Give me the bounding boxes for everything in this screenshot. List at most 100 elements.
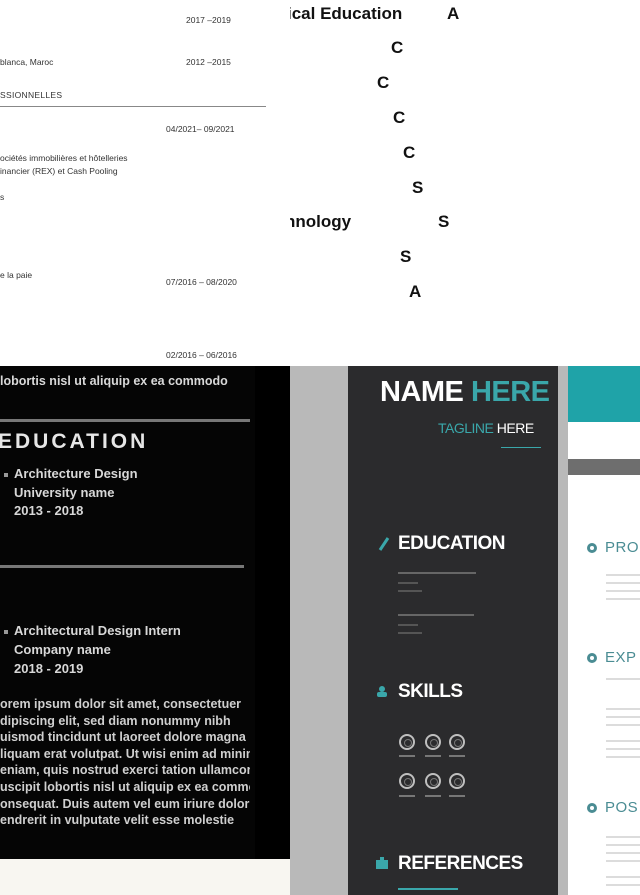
grade-9: A (409, 282, 422, 301)
grade-7: S (438, 212, 450, 231)
skill-caption (425, 795, 441, 797)
placeholder-line (398, 624, 418, 626)
exp-company: Company name (14, 642, 111, 657)
placeholder-line (398, 888, 458, 890)
placeholder-line (398, 590, 422, 592)
grade-8: S (400, 247, 412, 266)
text-line-3: s (0, 192, 5, 202)
exp-line: eniam, quis nostrud exerci tation ullamc… (0, 763, 250, 778)
teal-header-bar (568, 366, 640, 422)
name-part-2: HERE (470, 376, 550, 408)
placeholder-line (606, 740, 640, 742)
skill-caption (449, 795, 465, 797)
right-heading-2: EXP (605, 649, 637, 666)
divider-1 (0, 419, 250, 422)
placeholder-line (606, 678, 640, 680)
exp-line: uscipit lobortis nisl ut aliquip ex ea c… (0, 779, 250, 794)
exp-years: 2018 - 2019 (14, 661, 84, 676)
years-2: 2012 –2015 (186, 57, 231, 67)
placeholder-line (606, 876, 640, 878)
skill-ring (449, 734, 465, 750)
section-bullet-icon (587, 543, 597, 553)
skill-caption (449, 755, 465, 757)
placeholder-line (398, 572, 476, 574)
section-bullet-icon (587, 803, 597, 813)
skill-ring (449, 773, 465, 789)
edu-title: Architecture Design (14, 466, 138, 481)
dark-sidebar-column (348, 366, 558, 895)
placeholder-line (606, 884, 640, 886)
tagline-underline (501, 447, 541, 448)
skill-ring (399, 773, 415, 789)
placeholder-line (398, 582, 418, 584)
grade-4: C (393, 108, 406, 127)
edu-school: University name (14, 485, 115, 500)
text-line-1: ociétés immobilières et hôtelleries (0, 153, 128, 163)
placeholder-line (606, 860, 640, 862)
exp-line: dipiscing elit, sed diam nonummy nibh (0, 713, 231, 728)
placeholder-line (606, 844, 640, 846)
skill-caption (399, 795, 415, 797)
pencil-icon (378, 537, 390, 551)
divider-2 (0, 565, 244, 568)
grades-panel: ical Education A C C C C S hnology S S A (290, 0, 640, 366)
placeholder-line (606, 724, 640, 726)
placeholder-line (398, 614, 474, 616)
course-label-7: hnology (290, 212, 352, 231)
placeholder-line (606, 582, 640, 584)
right-heading-1: PRO (605, 539, 640, 556)
placeholder-line (606, 748, 640, 750)
date-2: 07/2016 – 08/2020 (166, 277, 237, 287)
grade-3: C (377, 73, 390, 92)
edu-years: 2013 - 2018 (14, 503, 84, 518)
placeholder-line (606, 708, 640, 710)
placeholder-line (606, 716, 640, 718)
teal-template-panel: NAME HERE TAGLINE HERE EDUCATION SKILLS … (290, 366, 640, 895)
bullet (4, 473, 8, 477)
placeholder-line (606, 574, 640, 576)
tagline-part-2: HERE (496, 420, 534, 436)
name-part-1: NAME (380, 376, 464, 408)
section-divider (0, 106, 266, 107)
education-heading: EDUCATION (0, 430, 149, 453)
exp-line: orem ipsum dolor sit amet, consectetuer (0, 697, 242, 711)
grade-6: S (412, 178, 424, 197)
exp-title: Architectural Design Intern (14, 623, 181, 638)
page-background-strip (0, 859, 290, 895)
placeholder-line (606, 598, 640, 600)
date-3: 02/2016 – 06/2016 (166, 350, 237, 360)
exp-description: orem ipsum dolor sit amet, consectetuer … (0, 696, 250, 829)
grade-2: C (391, 38, 404, 57)
text-line-4: e la paie (0, 270, 33, 280)
tagline: TAGLINE HERE (438, 420, 534, 436)
text-line-2: inancier (REX) et Cash Pooling (0, 166, 118, 176)
exp-line: liquam erat volutpat. Ut wisi enim ad mi… (0, 746, 250, 761)
skill-caption (425, 755, 441, 757)
right-heading-3: POS (605, 799, 639, 816)
grade-1: A (447, 4, 460, 23)
section-heading: SSIONNELLES (0, 90, 63, 100)
bullet (4, 630, 8, 634)
exp-line: onsequat. Duis autem vel eum iriure dolo… (0, 796, 250, 811)
placeholder-line (606, 590, 640, 592)
skills-heading: SKILLS (398, 681, 463, 702)
exp-line: endrerit in vulputate velit esse molesti… (0, 813, 235, 828)
placeholder-line (398, 632, 422, 634)
placeholder-line (606, 756, 640, 758)
grade-5: C (403, 143, 416, 162)
tagline-part-1: TAGLINE (438, 420, 494, 436)
top-text-line: lobortis nisl ut aliquip ex ea commodo (0, 374, 228, 388)
placeholder-line (606, 836, 640, 838)
skill-ring (425, 734, 441, 750)
skill-caption (399, 755, 415, 757)
skill-ring (399, 734, 415, 750)
grey-header-bar (568, 459, 640, 475)
education-heading: EDUCATION (398, 533, 506, 554)
years-1: 2017 –2019 (186, 15, 231, 25)
dark-resume-panel: lobortis nisl ut aliquip ex ea commodo E… (0, 366, 290, 895)
section-bullet-icon (587, 653, 597, 663)
french-resume-panel: 2017 –2019 blanca, Maroc 2012 –2015 SSIO… (0, 0, 290, 366)
location-text: blanca, Maroc (0, 57, 54, 67)
date-1: 04/2021– 09/2021 (166, 124, 235, 134)
user-icon (377, 686, 387, 697)
